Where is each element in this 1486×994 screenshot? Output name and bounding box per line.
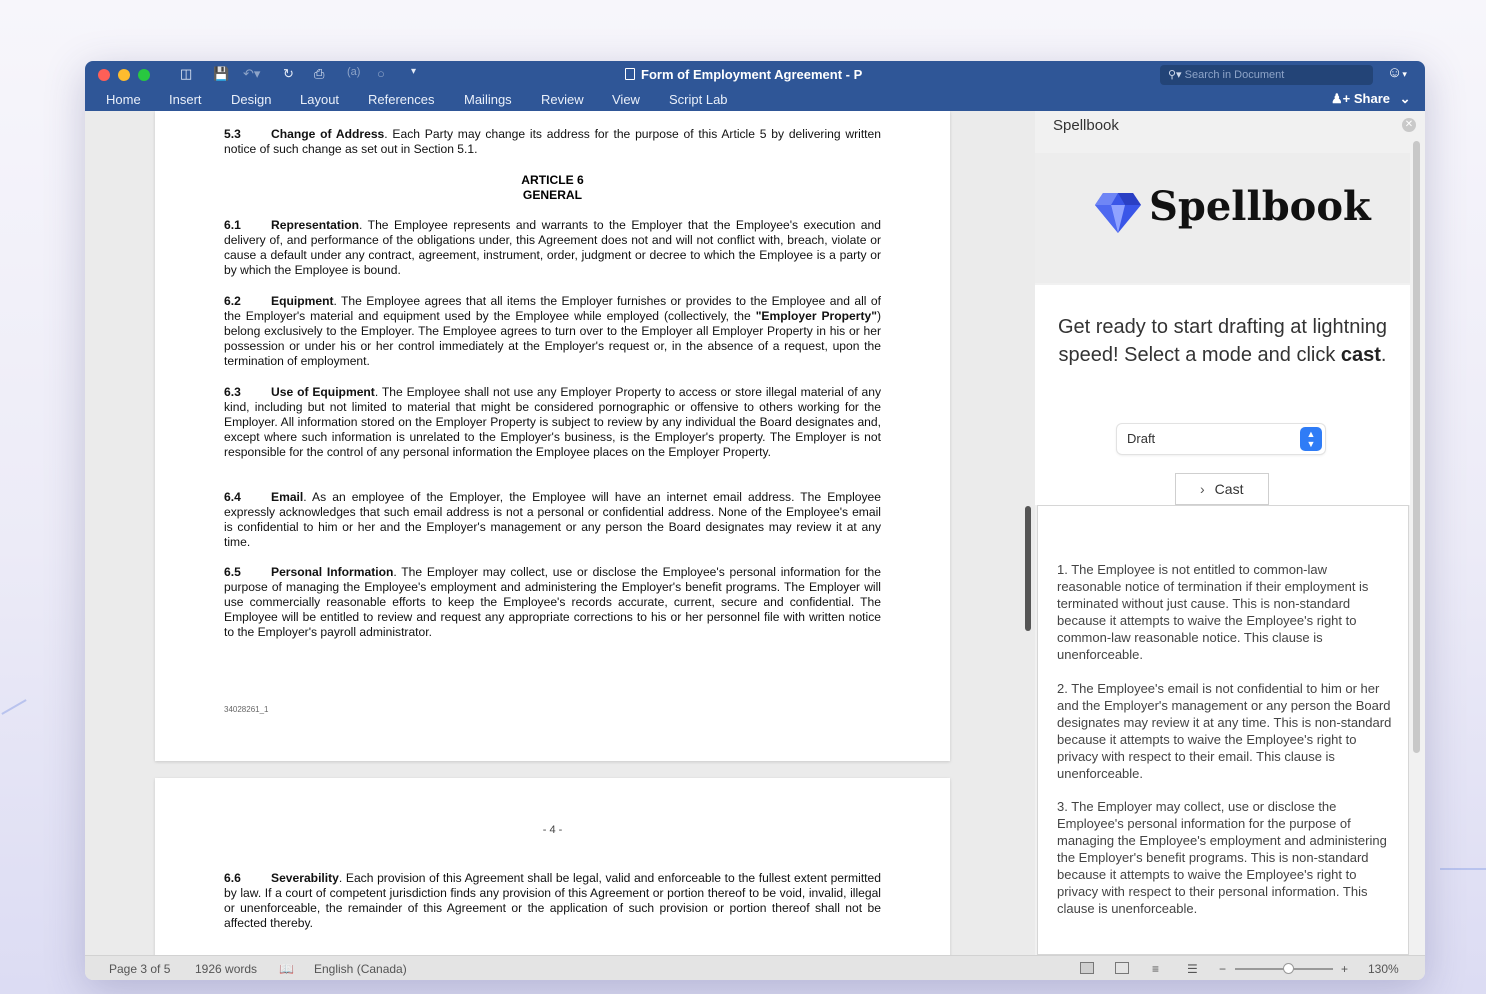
chevron-down-icon: ⌄: [1399, 91, 1411, 106]
document-scrollbar[interactable]: [1025, 506, 1031, 631]
window-title: Form of Employment Agreement - P: [625, 67, 862, 82]
zoom-level[interactable]: 130%: [1368, 962, 1399, 976]
pane-title: Spellbook: [1053, 117, 1119, 134]
page-indicator[interactable]: Page 3 of 5: [109, 962, 170, 976]
section-5-3: 5.3 Change of Address. Each Party may cha…: [224, 127, 881, 156]
tab-references[interactable]: References: [368, 92, 434, 107]
document-canvas[interactable]: 5.3 Change of Address. Each Party may cha…: [85, 111, 1035, 955]
result-item: 3. The Employer may collect, use or disc…: [1057, 799, 1387, 916]
gem-icon: [1095, 193, 1141, 233]
intro-text: Get ready to start drafting at lightning…: [1057, 316, 1388, 366]
format-icon[interactable]: (a): [347, 66, 360, 78]
cast-button[interactable]: › Cast: [1175, 473, 1269, 505]
undo-icon[interactable]: ↶▾: [243, 66, 260, 82]
section-6-3: 6.3 Use of Equipment. The Employee shall …: [224, 385, 881, 459]
add-person-icon: ♟+: [1331, 91, 1351, 106]
section-6-5: 6.5 Personal Information. The Employer ma…: [224, 565, 881, 639]
feedback-smiley-icon[interactable]: ☺▾: [1387, 64, 1407, 81]
tab-insert[interactable]: Insert: [169, 92, 202, 107]
circle-icon[interactable]: ○: [377, 66, 385, 81]
page-number: - 4 -: [542, 824, 563, 836]
tab-design[interactable]: Design: [231, 92, 271, 107]
sidebar-icon[interactable]: ◫: [180, 66, 192, 82]
result-item: 2. The Employee's email is not confident…: [1057, 681, 1392, 781]
spellbook-logo: Spellbook: [1035, 153, 1410, 283]
redo-icon[interactable]: ↻: [283, 66, 294, 82]
print-layout-icon[interactable]: [1080, 962, 1094, 974]
language-indicator[interactable]: English (Canada): [314, 962, 407, 976]
chevron-right-icon: ›: [1200, 481, 1205, 497]
save-icon[interactable]: 💾: [213, 66, 229, 82]
search-icon: ⚲▾: [1168, 69, 1182, 81]
pane-scrollbar[interactable]: [1413, 141, 1420, 753]
tab-mailings[interactable]: Mailings: [464, 92, 512, 107]
result-item: 1. The Employee is not entitled to commo…: [1057, 562, 1369, 662]
document-id: 34028261_1: [224, 705, 269, 714]
proofing-icon[interactable]: 📖: [279, 962, 294, 976]
word-count[interactable]: 1926 words: [195, 962, 257, 976]
web-layout-icon[interactable]: [1115, 962, 1129, 974]
document-page: 5.3 Change of Address. Each Party may cha…: [155, 111, 950, 761]
ribbon-tabs: Home Insert Design Layout References Mai…: [85, 91, 1425, 111]
section-6-6: 6.6 Severability. Each provision of this …: [224, 871, 881, 930]
search-input[interactable]: ⚲▾ Search in Document: [1160, 65, 1373, 85]
zoom-in-icon[interactable]: +: [1341, 962, 1348, 976]
zoom-slider-thumb[interactable]: [1283, 963, 1294, 974]
document-icon: [625, 68, 635, 80]
tab-layout[interactable]: Layout: [300, 92, 339, 107]
select-arrows-icon: ▲ ▼: [1300, 427, 1322, 451]
tab-home[interactable]: Home: [106, 92, 141, 107]
status-bar: Page 3 of 5 1926 words 📖 English (Canada…: [85, 955, 1425, 980]
close-window-button[interactable]: [98, 69, 110, 81]
outline-icon[interactable]: ≡: [1152, 962, 1159, 976]
tab-script-lab[interactable]: Script Lab: [669, 92, 728, 107]
article-subheading: GENERAL: [522, 188, 583, 202]
results-panel: 1. The Employee is not entitled to commo…: [1037, 505, 1409, 955]
zoom-window-button[interactable]: [138, 69, 150, 81]
zoom-out-icon[interactable]: −: [1219, 962, 1226, 976]
section-6-4: 6.4 Email. As an employee of the Employer…: [224, 490, 881, 549]
minimize-window-button[interactable]: [118, 69, 130, 81]
tab-view[interactable]: View: [612, 92, 640, 107]
word-window: ◫ 💾 ↶▾ ↻ ⎙ (a) ○ ▾ Form of Employment Ag…: [85, 61, 1425, 980]
brand-name: Spellbook: [1149, 183, 1371, 230]
section-6-2: 6.2 Equipment. The Employee agrees that a…: [224, 294, 881, 368]
section-6-1: 6.1 Representation. The Employee represen…: [224, 218, 881, 277]
share-button[interactable]: ♟+ Share ⌄: [1331, 91, 1411, 107]
intro-card: Get ready to start drafting at lightning…: [1035, 285, 1410, 505]
spellbook-pane: Spellbook ✕ Spellbook Get ready to start…: [1035, 111, 1425, 955]
article-heading: ARTICLE 6: [521, 173, 584, 187]
print-icon[interactable]: ⎙: [314, 66, 324, 82]
document-page-next: - 4 - 6.6 Severability. Each provision of…: [155, 778, 950, 955]
mode-select[interactable]: Draft ▲ ▼: [1117, 424, 1325, 454]
close-pane-icon[interactable]: ✕: [1402, 118, 1416, 132]
title-bar: ◫ 💾 ↶▾ ↻ ⎙ (a) ○ ▾ Form of Employment Ag…: [85, 61, 1425, 111]
tab-review[interactable]: Review: [541, 92, 584, 107]
more-icon[interactable]: ▾: [411, 66, 416, 77]
draft-view-icon[interactable]: ☰: [1187, 962, 1198, 976]
